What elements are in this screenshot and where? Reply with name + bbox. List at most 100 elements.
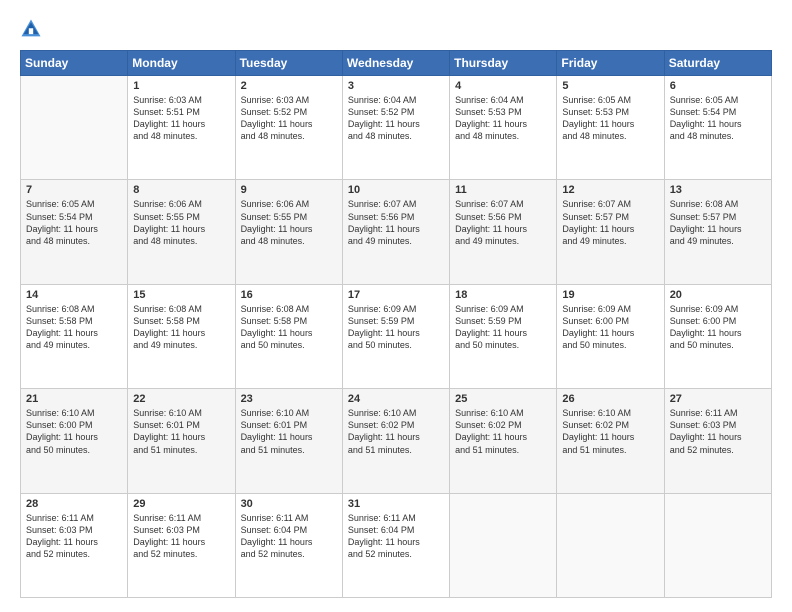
day-number: 8 (133, 184, 229, 196)
day-number: 21 (26, 393, 122, 405)
day-info: Sunrise: 6:08 AM Sunset: 5:58 PM Dayligh… (133, 303, 229, 352)
day-number: 20 (670, 289, 766, 301)
day-number: 27 (670, 393, 766, 405)
calendar-cell: 22 Sunrise: 6:10 AM Sunset: 6:01 PM Dayli… (128, 389, 235, 493)
day-number: 9 (241, 184, 337, 196)
calendar-week-row: 1 Sunrise: 6:03 AM Sunset: 5:51 PM Daylig… (21, 76, 772, 180)
calendar-cell: 3 Sunrise: 6:04 AM Sunset: 5:52 PM Daylig… (342, 76, 449, 180)
day-info: Sunrise: 6:11 AM Sunset: 6:04 PM Dayligh… (348, 512, 444, 561)
calendar-week-row: 7 Sunrise: 6:05 AM Sunset: 5:54 PM Daylig… (21, 180, 772, 284)
day-number: 23 (241, 393, 337, 405)
calendar-cell: 27 Sunrise: 6:11 AM Sunset: 6:03 PM Dayli… (664, 389, 771, 493)
day-info: Sunrise: 6:10 AM Sunset: 6:01 PM Dayligh… (241, 407, 337, 456)
day-number: 18 (455, 289, 551, 301)
calendar-cell (664, 493, 771, 597)
calendar-cell: 5 Sunrise: 6:05 AM Sunset: 5:53 PM Daylig… (557, 76, 664, 180)
calendar-cell: 11 Sunrise: 6:07 AM Sunset: 5:56 PM Dayli… (450, 180, 557, 284)
calendar-cell: 31 Sunrise: 6:11 AM Sunset: 6:04 PM Dayli… (342, 493, 449, 597)
calendar-cell (450, 493, 557, 597)
day-info: Sunrise: 6:07 AM Sunset: 5:56 PM Dayligh… (348, 198, 444, 247)
day-info: Sunrise: 6:11 AM Sunset: 6:03 PM Dayligh… (670, 407, 766, 456)
calendar-cell: 13 Sunrise: 6:08 AM Sunset: 5:57 PM Dayli… (664, 180, 771, 284)
day-info: Sunrise: 6:10 AM Sunset: 6:02 PM Dayligh… (562, 407, 658, 456)
day-number: 12 (562, 184, 658, 196)
calendar-cell: 2 Sunrise: 6:03 AM Sunset: 5:52 PM Daylig… (235, 76, 342, 180)
day-info: Sunrise: 6:05 AM Sunset: 5:53 PM Dayligh… (562, 94, 658, 143)
day-info: Sunrise: 6:08 AM Sunset: 5:58 PM Dayligh… (26, 303, 122, 352)
day-number: 5 (562, 80, 658, 92)
day-info: Sunrise: 6:09 AM Sunset: 6:00 PM Dayligh… (562, 303, 658, 352)
day-number: 14 (26, 289, 122, 301)
calendar-week-row: 21 Sunrise: 6:10 AM Sunset: 6:00 PM Dayli… (21, 389, 772, 493)
day-info: Sunrise: 6:05 AM Sunset: 5:54 PM Dayligh… (670, 94, 766, 143)
calendar-header-tuesday: Tuesday (235, 51, 342, 76)
calendar-cell: 4Sunrise: 6:04 AM Sunset: 5:53 PM Daylig… (450, 76, 557, 180)
day-number: 29 (133, 498, 229, 510)
day-number: 7 (26, 184, 122, 196)
calendar-cell: 28 Sunrise: 6:11 AM Sunset: 6:03 PM Dayli… (21, 493, 128, 597)
day-info: Sunrise: 6:11 AM Sunset: 6:03 PM Dayligh… (133, 512, 229, 561)
day-info: Sunrise: 6:07 AM Sunset: 5:56 PM Dayligh… (455, 198, 551, 247)
calendar-cell: 21 Sunrise: 6:10 AM Sunset: 6:00 PM Dayli… (21, 389, 128, 493)
calendar-week-row: 14 Sunrise: 6:08 AM Sunset: 5:58 PM Dayli… (21, 284, 772, 388)
day-number: 11 (455, 184, 551, 196)
day-info: Sunrise: 6:10 AM Sunset: 6:00 PM Dayligh… (26, 407, 122, 456)
day-number: 6 (670, 80, 766, 92)
day-number: 10 (348, 184, 444, 196)
day-info: Sunrise: 6:11 AM Sunset: 6:04 PM Dayligh… (241, 512, 337, 561)
calendar-header-thursday: Thursday (450, 51, 557, 76)
day-number: 28 (26, 498, 122, 510)
day-info: Sunrise: 6:06 AM Sunset: 5:55 PM Dayligh… (133, 198, 229, 247)
calendar-cell: 17Sunrise: 6:09 AM Sunset: 5:59 PM Dayli… (342, 284, 449, 388)
day-number: 3 (348, 80, 444, 92)
day-number: 13 (670, 184, 766, 196)
day-info: Sunrise: 6:06 AM Sunset: 5:55 PM Dayligh… (241, 198, 337, 247)
day-number: 26 (562, 393, 658, 405)
day-number: 19 (562, 289, 658, 301)
day-number: 24 (348, 393, 444, 405)
calendar-cell: 30Sunrise: 6:11 AM Sunset: 6:04 PM Dayli… (235, 493, 342, 597)
day-info: Sunrise: 6:07 AM Sunset: 5:57 PM Dayligh… (562, 198, 658, 247)
day-number: 25 (455, 393, 551, 405)
day-number: 16 (241, 289, 337, 301)
calendar-header-sunday: Sunday (21, 51, 128, 76)
calendar-header-saturday: Saturday (664, 51, 771, 76)
day-info: Sunrise: 6:08 AM Sunset: 5:57 PM Dayligh… (670, 198, 766, 247)
calendar-cell (21, 76, 128, 180)
calendar-cell: 12 Sunrise: 6:07 AM Sunset: 5:57 PM Dayli… (557, 180, 664, 284)
day-info: Sunrise: 6:09 AM Sunset: 5:59 PM Dayligh… (455, 303, 551, 352)
day-number: 1 (133, 80, 229, 92)
day-info: Sunrise: 6:05 AM Sunset: 5:54 PM Dayligh… (26, 198, 122, 247)
day-info: Sunrise: 6:03 AM Sunset: 5:52 PM Dayligh… (241, 94, 337, 143)
day-info: Sunrise: 6:04 AM Sunset: 5:52 PM Dayligh… (348, 94, 444, 143)
calendar-cell (557, 493, 664, 597)
day-info: Sunrise: 6:10 AM Sunset: 6:01 PM Dayligh… (133, 407, 229, 456)
calendar-cell: 8 Sunrise: 6:06 AM Sunset: 5:55 PM Daylig… (128, 180, 235, 284)
calendar-cell: 14 Sunrise: 6:08 AM Sunset: 5:58 PM Dayli… (21, 284, 128, 388)
calendar-cell: 26 Sunrise: 6:10 AM Sunset: 6:02 PM Dayli… (557, 389, 664, 493)
logo (20, 18, 46, 40)
calendar-cell: 9 Sunrise: 6:06 AM Sunset: 5:55 PM Daylig… (235, 180, 342, 284)
day-info: Sunrise: 6:04 AM Sunset: 5:53 PM Dayligh… (455, 94, 551, 143)
day-number: 22 (133, 393, 229, 405)
day-info: Sunrise: 6:09 AM Sunset: 6:00 PM Dayligh… (670, 303, 766, 352)
calendar-header-monday: Monday (128, 51, 235, 76)
calendar-cell: 15 Sunrise: 6:08 AM Sunset: 5:58 PM Dayli… (128, 284, 235, 388)
calendar-header-wednesday: Wednesday (342, 51, 449, 76)
day-number: 2 (241, 80, 337, 92)
day-number: 31 (348, 498, 444, 510)
calendar-cell: 23 Sunrise: 6:10 AM Sunset: 6:01 PM Dayli… (235, 389, 342, 493)
calendar-cell: 10 Sunrise: 6:07 AM Sunset: 5:56 PM Dayli… (342, 180, 449, 284)
calendar-cell: 6 Sunrise: 6:05 AM Sunset: 5:54 PM Daylig… (664, 76, 771, 180)
day-info: Sunrise: 6:03 AM Sunset: 5:51 PM Dayligh… (133, 94, 229, 143)
calendar-cell: 7 Sunrise: 6:05 AM Sunset: 5:54 PM Daylig… (21, 180, 128, 284)
day-info: Sunrise: 6:08 AM Sunset: 5:58 PM Dayligh… (241, 303, 337, 352)
calendar-header-friday: Friday (557, 51, 664, 76)
day-info: Sunrise: 6:10 AM Sunset: 6:02 PM Dayligh… (348, 407, 444, 456)
calendar-week-row: 28 Sunrise: 6:11 AM Sunset: 6:03 PM Dayli… (21, 493, 772, 597)
day-number: 15 (133, 289, 229, 301)
calendar-cell: 1 Sunrise: 6:03 AM Sunset: 5:51 PM Daylig… (128, 76, 235, 180)
day-info: Sunrise: 6:10 AM Sunset: 6:02 PM Dayligh… (455, 407, 551, 456)
calendar-cell: 20 Sunrise: 6:09 AM Sunset: 6:00 PM Dayli… (664, 284, 771, 388)
day-info: Sunrise: 6:11 AM Sunset: 6:03 PM Dayligh… (26, 512, 122, 561)
